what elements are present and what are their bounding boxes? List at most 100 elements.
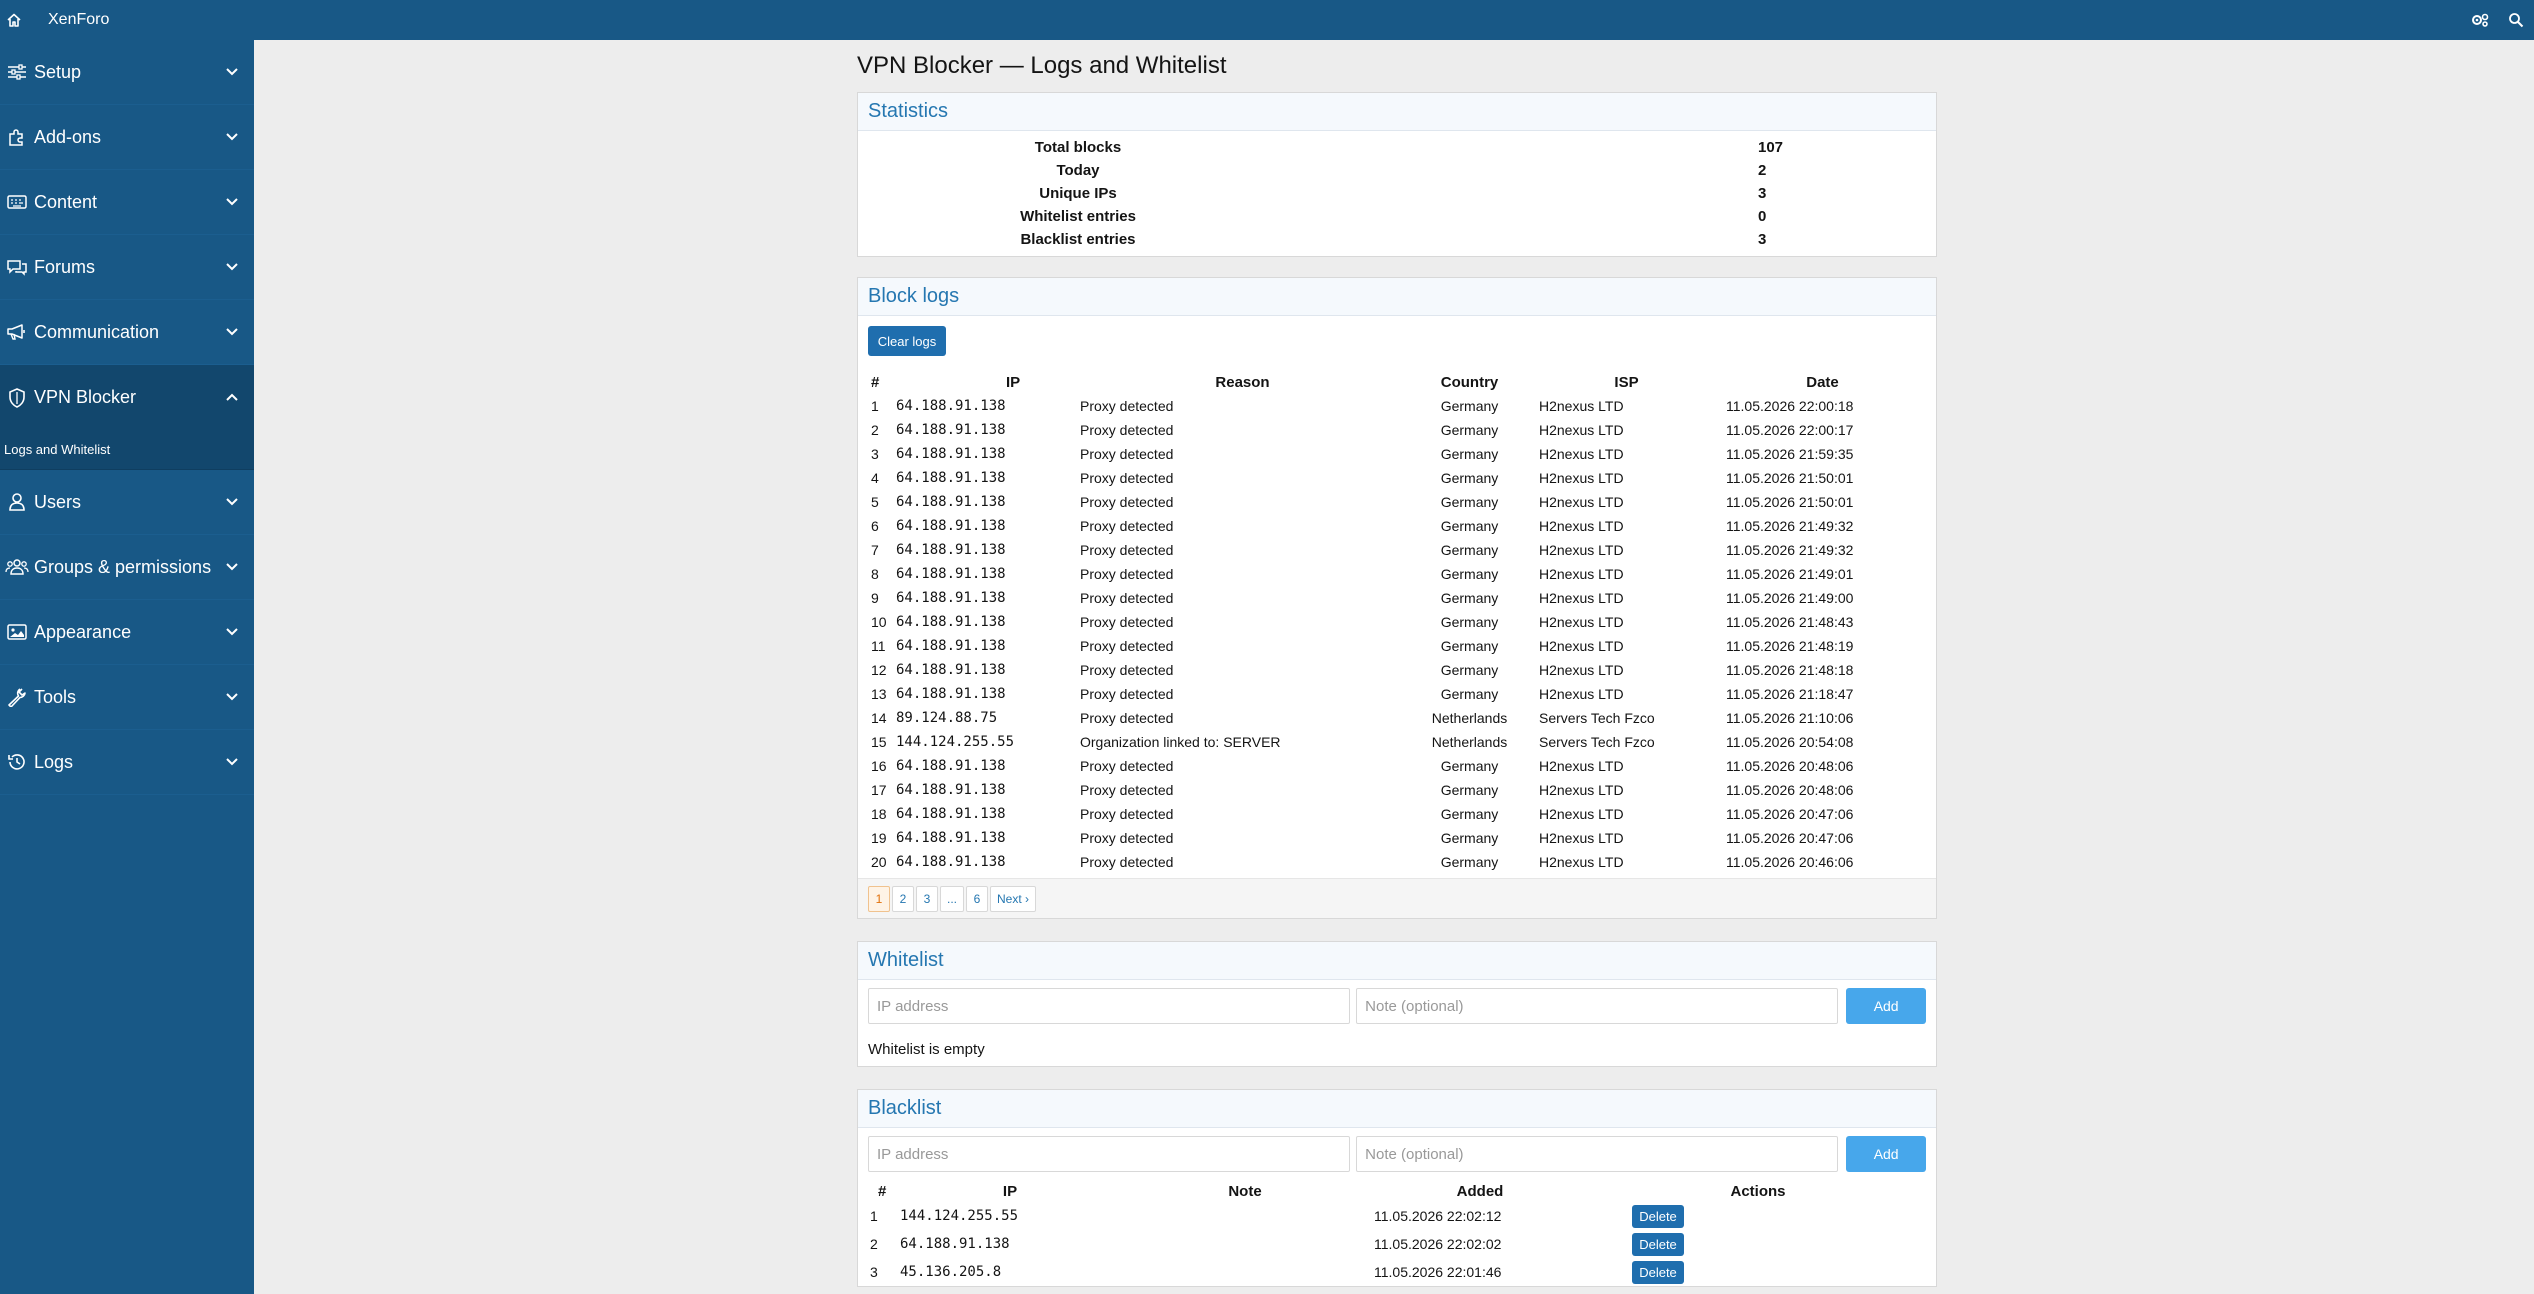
sidebar-subitem-logs-whitelist[interactable]: Logs and Whitelist [0, 430, 254, 470]
table-row: 7 64.188.91.138 Proxy detected Germany H2nex… [868, 538, 1926, 562]
row-date: 11.05.2026 21:50:01 [1726, 470, 1854, 486]
page-link-current[interactable]: 1 [868, 885, 890, 912]
row-note [1120, 1258, 1370, 1286]
delete-button[interactable]: Delete [1632, 1204, 1684, 1228]
row-ip: 64.188.91.138 [896, 854, 1006, 870]
row-note [1120, 1202, 1370, 1230]
whitelist-note-input[interactable]: Note (optional) [1356, 988, 1839, 1024]
row-date: 11.05.2026 21:50:01 [1726, 494, 1854, 510]
row-isp: H2nexus LTD [1539, 782, 1624, 798]
home-icon[interactable] [0, 0, 28, 40]
sidebar-item-label: Forums [34, 256, 96, 277]
page-link[interactable]: 3 [916, 885, 938, 912]
whitelist-ip-input[interactable]: IP address [868, 988, 1351, 1024]
row-ip: 144.124.255.55 [896, 734, 1015, 750]
table-row: 6 64.188.91.138 Proxy detected Germany H2nex… [868, 514, 1926, 538]
page-link[interactable]: 6 [966, 885, 989, 912]
sidebar-item-vpn-blocker[interactable]: VPN Blocker [0, 365, 254, 430]
delete-button[interactable]: Delete [1632, 1260, 1684, 1284]
sidebar-item-groups-permissions[interactable]: Groups & permissions [0, 535, 254, 600]
megaphone-icon [2, 317, 32, 347]
table-row: 20 64.188.91.138 Proxy detected Germany H2ne… [868, 850, 1926, 874]
row-isp: H2nexus LTD [1539, 542, 1624, 558]
row-ip: 144.124.255.55 [900, 1208, 1019, 1224]
block-logs-block: Block logs Clear logs # IP Reason Countr… [857, 277, 1937, 919]
table-row: 4 64.188.91.138 Proxy detected Germany H2nex… [868, 466, 1926, 490]
sidebar-item-communication[interactable]: Communication [0, 300, 254, 365]
sidebar-item-label: VPN Blocker [34, 387, 137, 407]
image-icon [2, 617, 32, 647]
row-date: 11.05.2026 21:48:19 [1726, 638, 1854, 654]
row-reason: Proxy detected [1080, 758, 1174, 774]
whitelist-add-button[interactable]: Add [1846, 988, 1926, 1024]
whitelist-empty-text: Whitelist is empty [868, 1040, 985, 1058]
sidebar-item-tools[interactable]: Tools [0, 665, 254, 730]
row-index: 2 [871, 422, 879, 438]
next-page-link[interactable]: Next › [990, 885, 1037, 912]
blacklist-note-input[interactable]: Note (optional) [1356, 1136, 1839, 1172]
row-index: 8 [871, 566, 879, 582]
row-country: Germany [1440, 518, 1499, 534]
row-reason: Proxy detected [1080, 782, 1174, 798]
search-icon[interactable] [2498, 0, 2534, 40]
row-reason: Proxy detected [1080, 398, 1174, 414]
page-ellipsis[interactable]: ... [940, 885, 965, 912]
row-isp: H2nexus LTD [1539, 806, 1624, 822]
chevron-down-icon [222, 127, 242, 147]
table-row: 8 64.188.91.138 Proxy detected Germany H2nex… [868, 562, 1926, 586]
settings-cog-icon[interactable] [2462, 0, 2498, 40]
row-reason: Proxy detected [1080, 446, 1174, 462]
blacklist-form: IP address Note (optional) Add [868, 1128, 1926, 1180]
sidebar-item-content[interactable]: Content [0, 170, 254, 235]
row-ip: 64.188.91.138 [896, 566, 1006, 582]
row-ip: 64.188.91.138 [900, 1236, 1010, 1252]
row-ip: 64.188.91.138 [896, 518, 1006, 534]
row-reason: Proxy detected [1080, 830, 1174, 846]
block-logs-header: Block logs [858, 278, 1936, 316]
delete-button[interactable]: Delete [1632, 1232, 1684, 1256]
table-row: 1 64.188.91.138 Proxy detected Germany H2nex… [868, 394, 1926, 418]
row-date: 11.05.2026 20:48:06 [1726, 782, 1854, 798]
sidebar-item-users[interactable]: Users [0, 470, 254, 535]
chevron-down-icon [222, 322, 242, 342]
row-ip: 64.188.91.138 [896, 470, 1006, 486]
whitelist-block: Whitelist IP address Note (optional) Add… [857, 941, 1937, 1067]
row-ip: 89.124.88.75 [896, 710, 998, 726]
row-isp: H2nexus LTD [1539, 470, 1624, 486]
row-actions: Delete [1590, 1230, 1926, 1258]
sidebar-item-setup[interactable]: Setup [0, 40, 254, 105]
sidebar: Setup Add-ons Content Forums Communicati… [0, 40, 254, 1294]
row-index: 1 [871, 398, 879, 414]
clear-logs-button[interactable]: Clear logs [868, 326, 946, 356]
row-isp: H2nexus LTD [1539, 686, 1624, 702]
top-bar: XenForo [0, 0, 2534, 40]
column-header: IP [1002, 1182, 1018, 1200]
brand-link[interactable]: XenForo [48, 11, 109, 29]
sidebar-item-appearance[interactable]: Appearance [0, 600, 254, 665]
row-date: 11.05.2026 21:59:35 [1726, 446, 1854, 462]
stat-value: 2 [1758, 162, 1767, 179]
table-header-row: # IP Reason Country ISP Date [868, 370, 1926, 394]
column-header: ISP [1614, 373, 1639, 391]
table-row: 3 64.188.91.138 Proxy detected Germany H2nex… [868, 442, 1926, 466]
row-reason: Proxy detected [1080, 854, 1174, 870]
row-ip: 64.188.91.138 [896, 830, 1006, 846]
row-reason: Proxy detected [1080, 686, 1174, 702]
page-link[interactable]: 2 [892, 885, 914, 912]
row-index: 19 [871, 830, 887, 846]
blacklist-ip-input[interactable]: IP address [868, 1136, 1351, 1172]
row-index: 10 [871, 614, 887, 630]
chevron-down-icon [222, 257, 242, 277]
chevron-down-icon [222, 62, 242, 82]
row-date: 11.05.2026 20:48:06 [1726, 758, 1854, 774]
row-country: Germany [1440, 806, 1499, 822]
blacklist-add-button[interactable]: Add [1846, 1136, 1926, 1172]
row-index: 1 [870, 1208, 878, 1224]
sidebar-item-add-ons[interactable]: Add-ons [0, 105, 254, 170]
row-isp: H2nexus LTD [1539, 758, 1624, 774]
sidebar-item-logs[interactable]: Logs [0, 730, 254, 795]
table-row: 5 64.188.91.138 Proxy detected Germany H2nex… [868, 490, 1926, 514]
sidebar-item-forums[interactable]: Forums [0, 235, 254, 300]
table-row: 11 64.188.91.138 Proxy detected Germany H2ne… [868, 634, 1926, 658]
row-added: 11.05.2026 22:02:12 [1374, 1208, 1502, 1224]
